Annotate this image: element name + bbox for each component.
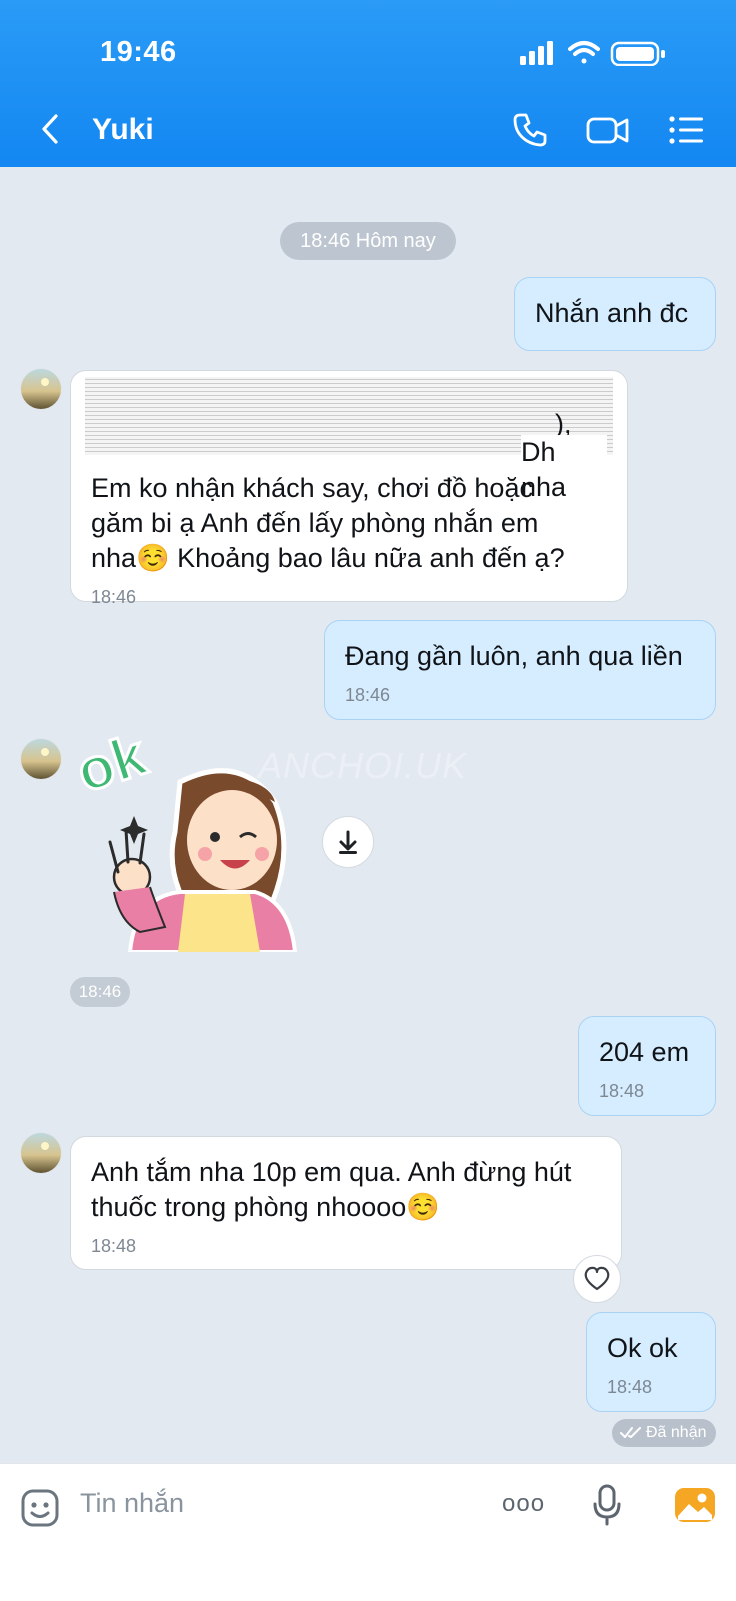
message-time: 18:46	[345, 685, 391, 705]
message-time: 18:48	[91, 1236, 137, 1256]
top-bar: 19:46 Yuki	[0, 0, 736, 167]
contact-name[interactable]: Yuki	[92, 113, 154, 147]
composer-bar: Tin nhắn ooo	[0, 1463, 736, 1601]
message-bubble-out[interactable]: Đang gần luôn, anh qua liền 18:46	[324, 620, 716, 720]
message-time: 18:46	[91, 587, 137, 607]
read-receipt-badge: Đã nhận	[612, 1419, 716, 1447]
phone-icon[interactable]	[512, 112, 548, 148]
signal-icon	[520, 41, 553, 65]
react-button[interactable]	[573, 1255, 621, 1303]
ok-sticker-text: ok	[70, 722, 156, 807]
message-bubble-out[interactable]: Ok ok 18:48	[586, 1312, 716, 1412]
video-call-icon[interactable]	[586, 112, 630, 148]
message-text: Đang gần luôn, anh qua liền	[345, 641, 683, 671]
watermark: ANCHOI.UK	[258, 745, 468, 786]
microphone-icon[interactable]	[592, 1484, 622, 1526]
download-icon	[339, 830, 357, 854]
download-button[interactable]	[322, 816, 374, 868]
double-check-icon	[620, 1427, 641, 1438]
image-gallery-icon[interactable]	[674, 1484, 716, 1526]
message-text: Nhắn anh đc	[535, 298, 689, 328]
avatar[interactable]	[20, 368, 62, 410]
sticker-emoji-icon[interactable]	[20, 1488, 60, 1528]
more-options-button[interactable]: ooo	[502, 1490, 545, 1518]
message-time: 18:48	[607, 1377, 653, 1397]
message-line: găm bi ạ Anh đến lấy phòng nhắn em	[91, 508, 539, 538]
status-icons	[520, 41, 665, 66]
back-chevron-icon[interactable]	[34, 112, 68, 146]
message-time: 18:48	[599, 1081, 645, 1101]
message-text: 204 em	[599, 1037, 690, 1067]
message-bubble-in[interactable]: Anh tắm nha 10p em qua. Anh đừng hút thu…	[70, 1136, 622, 1270]
message-bubble-out[interactable]: 204 em 18:48	[578, 1016, 716, 1116]
read-receipt-text: Đã nhận	[646, 1424, 707, 1441]
wifi-icon	[568, 41, 600, 64]
message-line: Em ko nhận khách say, chơi đồ hoặc	[91, 473, 533, 503]
message-bubble-out[interactable]: Nhắn anh đc	[514, 277, 716, 351]
sticker-time: 18:46	[70, 977, 130, 1007]
list-menu-icon[interactable]	[668, 112, 704, 148]
sticker-ok-text: ok	[70, 722, 154, 805]
avatar[interactable]	[20, 738, 62, 780]
message-input[interactable]: Tin nhắn	[80, 1488, 184, 1519]
battery-icon	[610, 41, 665, 66]
date-chip: 18:46 Hôm nay	[280, 222, 456, 260]
heart-icon	[584, 1266, 610, 1291]
avatar[interactable]	[20, 1132, 62, 1174]
status-time: 19:46	[100, 36, 177, 68]
message-text: Ok ok	[607, 1333, 678, 1363]
message-line: Anh tắm nha 10p em qua. Anh đừng hút	[91, 1157, 572, 1187]
message-line: thuốc trong phòng nhoooo☺️	[91, 1192, 440, 1222]
message-line: nha☺️ Khoảng bao lâu nữa anh đến ạ?	[91, 543, 565, 573]
message-bubble-in[interactable]: ), Dh nha Em ko nhận khách say, chơi đồ …	[70, 370, 628, 607]
